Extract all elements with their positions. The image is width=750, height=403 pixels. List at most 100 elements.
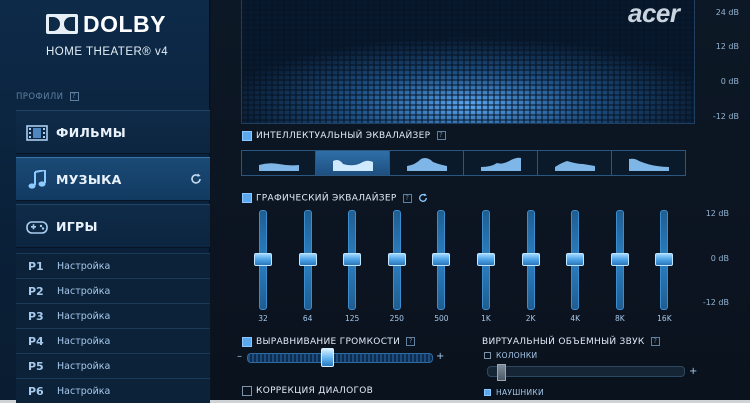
preset-id: P1 <box>28 260 44 273</box>
preset-name: Настройка <box>57 361 111 372</box>
eq-band-knob[interactable] <box>343 253 362 266</box>
main-panel: acer 24 dB 12 dB 0 dB -12 dB ИНТЕЛЛЕКТУА… <box>211 0 750 400</box>
eq-curve-bass-treble-icon <box>333 160 373 171</box>
preset-p1[interactable]: P1 Настройка <box>16 253 210 278</box>
reset-icon[interactable] <box>418 193 428 203</box>
help-icon[interactable] <box>406 337 416 346</box>
volume-leveler-minus[interactable]: – <box>237 351 242 362</box>
dolby-subtitle: HOME THEATER® v4 <box>46 46 169 58</box>
graphic-eq-title-text: ГРАФИЧЕСКИЙ ЭКВАЛАЙЗЕР <box>256 193 397 204</box>
graphic-eq-title: ГРАФИЧЕСКИЙ ЭКВАЛАЙЗЕР <box>256 193 428 204</box>
ieq-preset-5[interactable] <box>538 151 612 175</box>
preset-p2[interactable]: P2 Настройка <box>16 278 210 303</box>
volume-leveler-checkbox[interactable] <box>242 337 252 347</box>
preset-id: P4 <box>28 335 44 348</box>
eq-band-knob[interactable] <box>521 253 540 266</box>
intelligent-eq-title-text: ИНТЕЛЛЕКТУАЛЬНЫЙ ЭКВАЛАЙЗЕР <box>256 131 431 141</box>
eq-band-knob[interactable] <box>610 253 629 266</box>
preset-id: P3 <box>28 310 44 323</box>
eq-curve-rising-icon <box>481 157 521 171</box>
eq-band-knob[interactable] <box>254 253 272 266</box>
eq-band-label: 2K <box>525 314 536 323</box>
geq-scale-12: 12 dB <box>705 209 729 218</box>
music-note-icon <box>28 170 46 189</box>
nav-label-games: ИГРЫ <box>56 219 98 234</box>
dialog-enhancer-checkbox[interactable] <box>242 386 252 396</box>
headphones-radio[interactable] <box>484 389 491 396</box>
volume-leveler-slider[interactable] <box>247 353 433 363</box>
ieq-preset-1[interactable] <box>242 151 316 175</box>
eq-curve-mid-bump-icon <box>407 158 447 171</box>
virtual-surround-title-text: ВИРТУАЛЬНЫЙ ОБЪЕМНЫЙ ЗВУК <box>482 337 645 347</box>
volume-leveler-title: ВЫРАВНИВАНИЕ ГРОМКОСТИ <box>256 337 416 347</box>
visualizer-scale-minus12: -12 dB <box>712 112 739 121</box>
help-icon[interactable] <box>650 337 660 346</box>
eq-band-knob[interactable] <box>298 253 317 266</box>
ieq-preset-3[interactable] <box>390 151 464 175</box>
preset-p4[interactable]: P4 Настройка <box>16 328 210 353</box>
eq-band-knob[interactable] <box>387 253 406 266</box>
ieq-preset-6[interactable] <box>612 151 686 175</box>
dialog-enhancer-title: КОРРЕКЦИЯ ДИАЛОГОВ <box>256 386 374 396</box>
intelligent-eq-title: ИНТЕЛЛЕКТУАЛЬНЫЙ ЭКВАЛАЙЗЕР <box>256 131 446 141</box>
gamepad-icon <box>26 221 48 234</box>
eq-curve-flat-icon <box>259 163 299 171</box>
eq-band-label: 16K <box>657 314 672 323</box>
visualizer-scale-12: 12 dB <box>715 42 739 51</box>
graphic-eq-checkbox[interactable] <box>242 193 252 203</box>
eq-band-label: 64 <box>302 314 313 323</box>
preset-p6[interactable]: P6 Настройка <box>16 378 210 403</box>
nav-label-music: МУЗЫКА <box>56 172 122 187</box>
eq-band-label: 250 <box>389 314 404 323</box>
intelligent-eq-checkbox[interactable] <box>242 131 252 141</box>
nav-label-movies: ФИЛЬМЫ <box>56 125 126 140</box>
reset-icon[interactable] <box>190 173 202 185</box>
preset-name: Настройка <box>57 286 111 297</box>
virtual-surround-plus[interactable]: + <box>689 366 697 377</box>
preset-id: P2 <box>28 285 44 298</box>
nav-item-music[interactable]: МУЗЫКА <box>16 157 210 201</box>
preset-p5[interactable]: P5 Настройка <box>16 353 210 378</box>
visualizer-scale-0: 0 dB <box>720 77 739 86</box>
preset-name: Настройка <box>57 336 111 347</box>
profiles-label: ПРОФИЛИ <box>16 92 79 102</box>
preset-id: P5 <box>28 360 44 373</box>
eq-band-label: 4K <box>570 314 581 323</box>
dolby-home-theater-window: DOLBY HOME THEATER® v4 ПРОФИЛИ ФИЛЬМЫ <box>0 0 750 403</box>
acer-logo: acer <box>628 0 680 28</box>
help-icon[interactable] <box>402 193 412 203</box>
volume-leveler-plus[interactable]: + <box>436 351 444 362</box>
eq-band-knob[interactable] <box>566 253 585 266</box>
virtual-surround-slider[interactable] <box>487 366 685 377</box>
sidebar: DOLBY HOME THEATER® v4 ПРОФИЛИ ФИЛЬМЫ <box>0 0 210 403</box>
speakers-label: КОЛОНКИ <box>496 351 538 360</box>
eq-band-label: 32 <box>258 314 268 323</box>
ieq-preset-4[interactable] <box>464 151 538 175</box>
eq-band-knob[interactable] <box>432 253 451 266</box>
geq-scale-minus12: -12 dB <box>702 298 729 307</box>
nav-item-movies[interactable]: ФИЛЬМЫ <box>16 110 210 154</box>
volume-leveler-knob[interactable] <box>320 348 334 367</box>
dolby-double-d-icon <box>46 14 78 34</box>
virtual-surround-knob[interactable] <box>497 364 506 381</box>
nav-item-games[interactable]: ИГРЫ <box>16 204 210 248</box>
virtual-surround-title: ВИРТУАЛЬНЫЙ ОБЪЕМНЫЙ ЗВУК <box>482 337 660 347</box>
preset-p3[interactable]: P3 Настройка <box>16 303 210 328</box>
eq-band-label: 125 <box>345 314 360 323</box>
ieq-preset-2[interactable] <box>316 151 390 175</box>
geq-scale-0: 0 dB <box>710 254 729 263</box>
audio-visualizer: acer <box>241 0 695 124</box>
profiles-label-text: ПРОФИЛИ <box>16 92 64 102</box>
film-icon <box>26 125 48 141</box>
dolby-brand-text: DOLBY <box>83 11 166 37</box>
dolby-logo: DOLBY HOME THEATER® v4 <box>40 8 205 64</box>
help-icon[interactable] <box>436 131 446 140</box>
intelligent-eq-presets <box>241 150 686 176</box>
speakers-radio[interactable] <box>484 352 491 359</box>
eq-band-label: 1K <box>481 314 491 323</box>
eq-band-knob[interactable] <box>477 253 495 266</box>
visualizer-scale-24: 24 dB <box>715 8 739 17</box>
help-icon[interactable] <box>69 92 79 101</box>
eq-band-knob[interactable] <box>655 253 674 266</box>
preset-id: P6 <box>28 385 44 398</box>
